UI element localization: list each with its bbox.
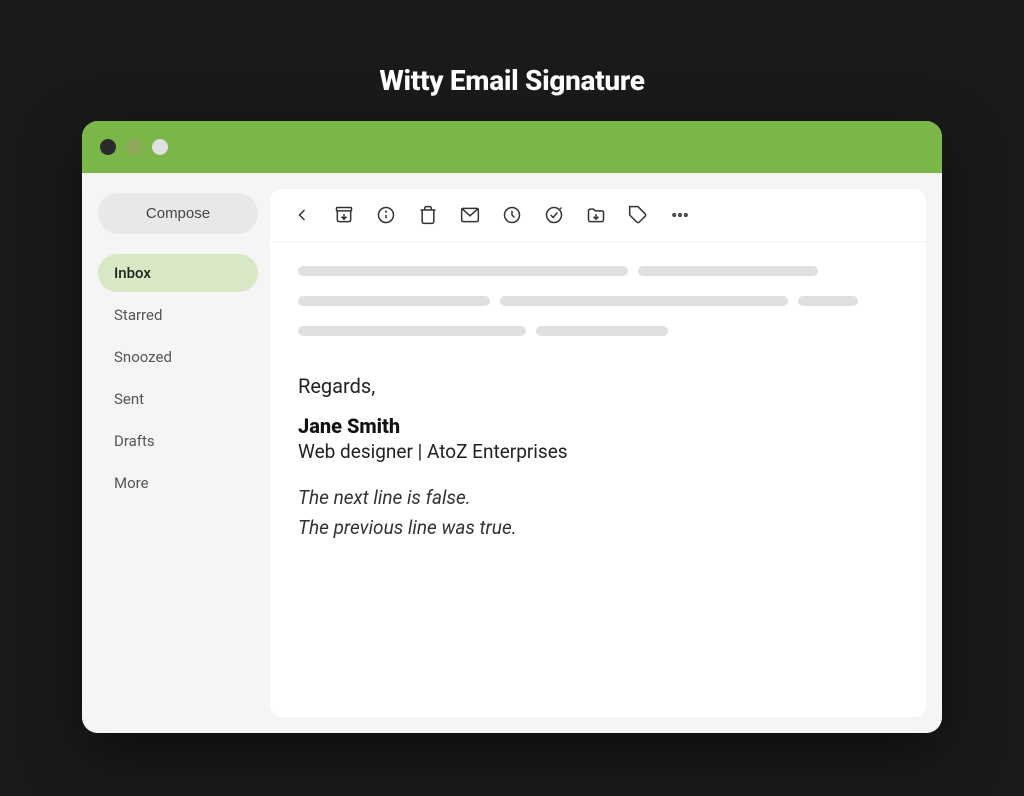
sidebar-item-inbox[interactable]: Inbox [98,254,258,292]
mail-icon[interactable] [458,203,482,227]
sender-name: Jane Smith [298,414,898,438]
sidebar-item-snoozed[interactable]: Snoozed [98,338,258,376]
placeholder-line-3 [298,296,490,306]
sidebar-item-starred[interactable]: Starred [98,296,258,334]
email-header-placeholder [298,266,898,346]
witty-signature: The next line is false. The previous lin… [298,483,898,544]
page-title: Witty Email Signature [379,64,644,97]
close-button[interactable] [100,139,116,155]
snooze-icon[interactable] [500,203,524,227]
email-toolbar [270,189,926,242]
sidebar: Compose Inbox Starred Snoozed Sent Draft… [98,189,258,717]
witty-line-2: The previous line was true. [298,513,898,543]
task-icon[interactable] [542,203,566,227]
delete-icon[interactable] [416,203,440,227]
sidebar-item-drafts[interactable]: Drafts [98,422,258,460]
placeholder-line-1 [298,266,628,276]
placeholder-line-7 [536,326,668,336]
sender-title: Web designer | AtoZ Enterprises [298,440,898,463]
email-salutation: Regards, [298,374,898,398]
placeholder-line-4 [500,296,788,306]
browser-window: Compose Inbox Starred Snoozed Sent Draft… [82,121,942,733]
sidebar-item-more[interactable]: More [98,464,258,502]
browser-body: Compose Inbox Starred Snoozed Sent Draft… [82,173,942,733]
sidebar-item-sent[interactable]: Sent [98,380,258,418]
more-options-icon[interactable] [668,203,692,227]
placeholder-line-2 [638,266,818,276]
email-panel: Regards, Jane Smith Web designer | AtoZ … [270,189,926,717]
info-icon[interactable] [374,203,398,227]
email-body: Regards, Jane Smith Web designer | AtoZ … [270,242,926,717]
back-icon[interactable] [290,203,314,227]
compose-button[interactable]: Compose [98,193,258,234]
maximize-button[interactable] [152,139,168,155]
placeholder-line-5 [798,296,858,306]
archive-icon[interactable] [332,203,356,227]
witty-line-1: The next line is false. [298,483,898,513]
minimize-button[interactable] [126,139,142,155]
move-folder-icon[interactable] [584,203,608,227]
label-icon[interactable] [626,203,650,227]
browser-titlebar [82,121,942,173]
placeholder-line-6 [298,326,526,336]
